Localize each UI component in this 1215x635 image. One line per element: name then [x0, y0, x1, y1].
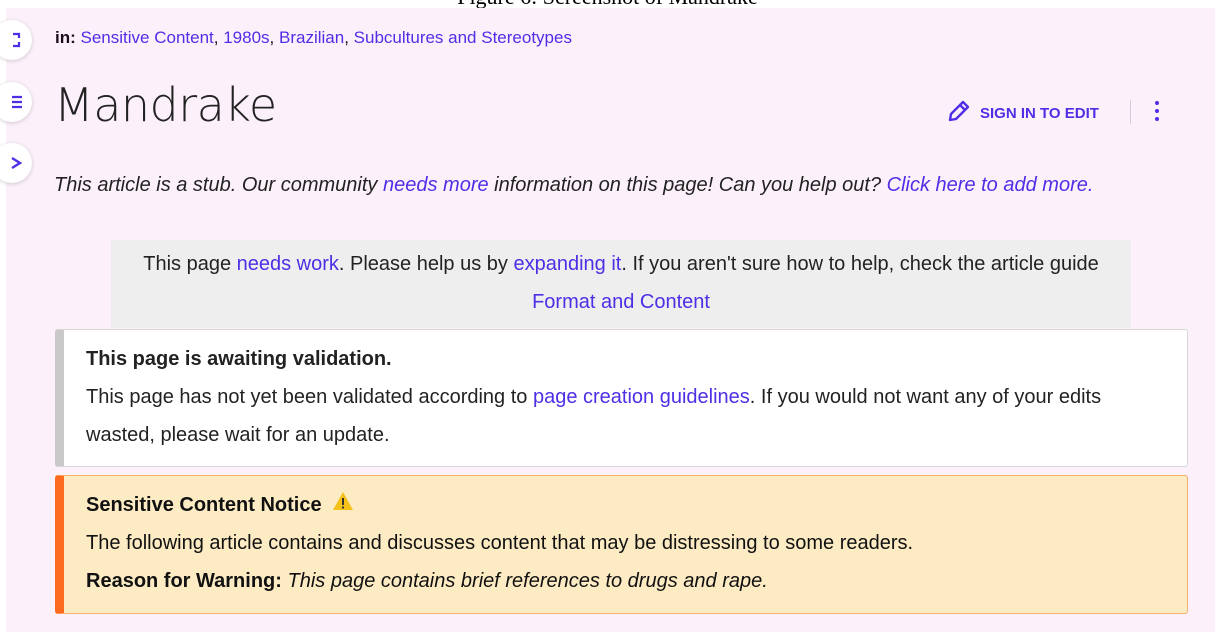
pencil-icon — [946, 98, 972, 128]
sensitive-heading-row: Sensitive Content Notice — [86, 490, 1167, 520]
expand-button[interactable] — [0, 20, 32, 60]
expanding-it-link[interactable]: expanding it — [513, 253, 621, 275]
sensitive-heading: Sensitive Content Notice — [86, 494, 322, 516]
warning-icon — [332, 490, 354, 520]
reason-for-warning: Reason for Warning: This page contains b… — [86, 562, 1167, 600]
category-breadcrumb: in: Sensitive Content, 1980s, Brazilian,… — [55, 28, 572, 47]
category-link-subcultures[interactable]: Subcultures and Stereotypes — [354, 28, 572, 47]
sign-in-to-edit-label: SIGN IN TO EDIT — [980, 104, 1099, 122]
format-and-content-link[interactable]: Format and Content — [532, 291, 710, 313]
needs-more-link[interactable]: needs more — [383, 174, 489, 196]
needs-work-link[interactable]: needs work — [237, 253, 339, 275]
add-more-link-period[interactable]: . — [1088, 174, 1094, 196]
reason-text: This page contains brief references to d… — [281, 570, 768, 592]
page-creation-guidelines-link[interactable]: page creation guidelines — [533, 386, 750, 408]
category-link-brazilian[interactable]: Brazilian — [279, 28, 344, 47]
validation-body: This page has not yet been validated acc… — [86, 386, 1102, 446]
stub-notice: This article is a stub. Our community ne… — [54, 174, 1094, 196]
table-of-contents-icon — [11, 94, 23, 110]
category-link-sensitive-content[interactable]: Sensitive Content — [81, 28, 214, 47]
figure-caption-fragment: Figure 6: Screenshot of Mandrake — [0, 0, 1215, 8]
category-link-1980s[interactable]: 1980s — [223, 28, 269, 47]
edit-diamond-icon — [11, 155, 23, 171]
validation-heading: This page is awaiting validation. — [86, 348, 392, 370]
more-options-icon[interactable] — [1150, 98, 1164, 126]
categories-label: in: — [55, 28, 76, 47]
sensitive-content-notice: Sensitive Content Notice The following a… — [55, 475, 1188, 614]
page-title: Mandrake — [54, 78, 277, 132]
edit-rail-button[interactable] — [0, 143, 32, 183]
click-here-to-add-more-link[interactable]: Click here to add more — [887, 174, 1088, 196]
reason-label: Reason for Warning: — [86, 570, 282, 592]
sensitive-body: The following article contains and discu… — [86, 532, 914, 554]
article-page: in: Sensitive Content, 1980s, Brazilian,… — [0, 8, 1215, 632]
validation-notice: This page is awaiting validation. This p… — [55, 329, 1188, 467]
sign-in-to-edit-button[interactable]: SIGN IN TO EDIT — [946, 98, 1099, 128]
toolbar-divider — [1130, 100, 1131, 124]
expand-icon — [11, 32, 23, 48]
needs-work-banner: This page needs work. Please help us by … — [111, 240, 1131, 328]
table-of-contents-button[interactable] — [0, 82, 32, 122]
